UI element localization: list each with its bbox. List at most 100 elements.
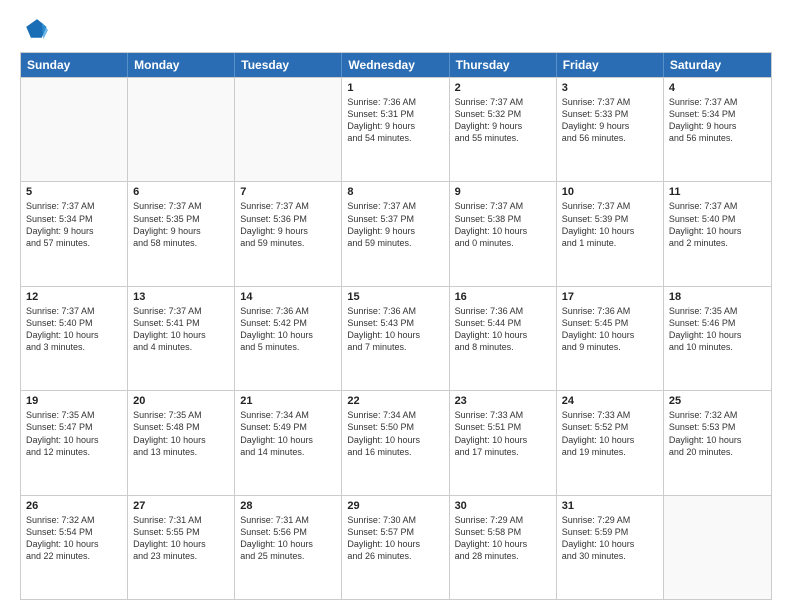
day-number: 17 — [562, 291, 658, 303]
calendar-week-2: 12Sunrise: 7:37 AMSunset: 5:40 PMDayligh… — [21, 286, 771, 390]
day-cell-31: 31Sunrise: 7:29 AMSunset: 5:59 PMDayligh… — [557, 496, 664, 599]
day-cell-28: 28Sunrise: 7:31 AMSunset: 5:56 PMDayligh… — [235, 496, 342, 599]
day-cell-14: 14Sunrise: 7:36 AMSunset: 5:42 PMDayligh… — [235, 287, 342, 390]
day-number: 24 — [562, 395, 658, 407]
cell-info-line: Sunrise: 7:34 AM — [240, 409, 336, 421]
cell-info-line: Sunset: 5:57 PM — [347, 526, 443, 538]
cell-info-line: and 3 minutes. — [26, 341, 122, 353]
day-number: 20 — [133, 395, 229, 407]
cell-info-line: Sunrise: 7:37 AM — [455, 200, 551, 212]
cell-info-line: and 13 minutes. — [133, 446, 229, 458]
header-cell-wednesday: Wednesday — [342, 53, 449, 77]
cell-info-line: Sunrise: 7:37 AM — [133, 200, 229, 212]
cell-info-line: and 56 minutes. — [669, 132, 766, 144]
cell-info-line: and 19 minutes. — [562, 446, 658, 458]
day-cell-29: 29Sunrise: 7:30 AMSunset: 5:57 PMDayligh… — [342, 496, 449, 599]
header-cell-saturday: Saturday — [664, 53, 771, 77]
cell-info-line: Sunrise: 7:33 AM — [562, 409, 658, 421]
cell-info-line: Sunset: 5:39 PM — [562, 213, 658, 225]
cell-info-line: Daylight: 9 hours — [133, 225, 229, 237]
day-cell-2: 2Sunrise: 7:37 AMSunset: 5:32 PMDaylight… — [450, 78, 557, 181]
day-number: 28 — [240, 500, 336, 512]
day-cell-27: 27Sunrise: 7:31 AMSunset: 5:55 PMDayligh… — [128, 496, 235, 599]
cell-info-line: Daylight: 9 hours — [669, 120, 766, 132]
cell-info-line: Daylight: 9 hours — [562, 120, 658, 132]
cell-info-line: and 57 minutes. — [26, 237, 122, 249]
cell-info-line: Daylight: 9 hours — [240, 225, 336, 237]
cell-info-line: Sunrise: 7:37 AM — [669, 200, 766, 212]
day-cell-17: 17Sunrise: 7:36 AMSunset: 5:45 PMDayligh… — [557, 287, 664, 390]
cell-info-line: Sunset: 5:41 PM — [133, 317, 229, 329]
cell-info-line: Sunset: 5:55 PM — [133, 526, 229, 538]
cell-info-line: Daylight: 10 hours — [240, 434, 336, 446]
cell-info-line: and 30 minutes. — [562, 550, 658, 562]
day-cell-23: 23Sunrise: 7:33 AMSunset: 5:51 PMDayligh… — [450, 391, 557, 494]
cell-info-line: Sunset: 5:38 PM — [455, 213, 551, 225]
header-cell-monday: Monday — [128, 53, 235, 77]
day-number: 13 — [133, 291, 229, 303]
cell-info-line: Sunset: 5:40 PM — [26, 317, 122, 329]
cell-info-line: Daylight: 10 hours — [133, 329, 229, 341]
cell-info-line: Daylight: 10 hours — [347, 329, 443, 341]
day-number: 27 — [133, 500, 229, 512]
cell-info-line: Daylight: 10 hours — [562, 225, 658, 237]
header-cell-tuesday: Tuesday — [235, 53, 342, 77]
day-cell-30: 30Sunrise: 7:29 AMSunset: 5:58 PMDayligh… — [450, 496, 557, 599]
cell-info-line: Daylight: 10 hours — [455, 225, 551, 237]
cell-info-line: and 58 minutes. — [133, 237, 229, 249]
cell-info-line: and 5 minutes. — [240, 341, 336, 353]
day-number: 29 — [347, 500, 443, 512]
calendar-week-0: 1Sunrise: 7:36 AMSunset: 5:31 PMDaylight… — [21, 77, 771, 181]
day-cell-9: 9Sunrise: 7:37 AMSunset: 5:38 PMDaylight… — [450, 182, 557, 285]
cell-info-line: Sunset: 5:42 PM — [240, 317, 336, 329]
day-number: 21 — [240, 395, 336, 407]
cell-info-line: Sunset: 5:51 PM — [455, 421, 551, 433]
cell-info-line: Sunset: 5:43 PM — [347, 317, 443, 329]
cell-info-line: Daylight: 10 hours — [133, 538, 229, 550]
cell-info-line: and 25 minutes. — [240, 550, 336, 562]
cell-info-line: and 10 minutes. — [669, 341, 766, 353]
cell-info-line: Sunset: 5:37 PM — [347, 213, 443, 225]
cell-info-line: Sunrise: 7:35 AM — [669, 305, 766, 317]
calendar-body: 1Sunrise: 7:36 AMSunset: 5:31 PMDaylight… — [21, 77, 771, 599]
day-number: 3 — [562, 82, 658, 94]
cell-info-line: Daylight: 10 hours — [562, 538, 658, 550]
cell-info-line: Daylight: 10 hours — [26, 538, 122, 550]
cell-info-line: Sunrise: 7:36 AM — [562, 305, 658, 317]
cell-info-line: Sunset: 5:59 PM — [562, 526, 658, 538]
day-cell-10: 10Sunrise: 7:37 AMSunset: 5:39 PMDayligh… — [557, 182, 664, 285]
day-number: 23 — [455, 395, 551, 407]
cell-info-line: Sunset: 5:40 PM — [669, 213, 766, 225]
cell-info-line: and 12 minutes. — [26, 446, 122, 458]
cell-info-line: Sunset: 5:34 PM — [26, 213, 122, 225]
cell-info-line: Sunset: 5:52 PM — [562, 421, 658, 433]
cell-info-line: and 0 minutes. — [455, 237, 551, 249]
day-cell-11: 11Sunrise: 7:37 AMSunset: 5:40 PMDayligh… — [664, 182, 771, 285]
cell-info-line: and 2 minutes. — [669, 237, 766, 249]
cell-info-line: and 23 minutes. — [133, 550, 229, 562]
day-number: 7 — [240, 186, 336, 198]
cell-info-line: Sunrise: 7:35 AM — [26, 409, 122, 421]
cell-info-line: Sunset: 5:31 PM — [347, 108, 443, 120]
day-cell-12: 12Sunrise: 7:37 AMSunset: 5:40 PMDayligh… — [21, 287, 128, 390]
cell-info-line: Sunrise: 7:34 AM — [347, 409, 443, 421]
cell-info-line: and 20 minutes. — [669, 446, 766, 458]
cell-info-line: Sunset: 5:58 PM — [455, 526, 551, 538]
calendar: SundayMondayTuesdayWednesdayThursdayFrid… — [20, 52, 772, 600]
day-number: 16 — [455, 291, 551, 303]
logo-icon — [20, 16, 48, 44]
logo — [20, 16, 52, 44]
cell-info-line: Sunset: 5:50 PM — [347, 421, 443, 433]
cell-info-line: Daylight: 10 hours — [347, 434, 443, 446]
header-cell-thursday: Thursday — [450, 53, 557, 77]
cell-info-line: and 9 minutes. — [562, 341, 658, 353]
cell-info-line: Sunset: 5:45 PM — [562, 317, 658, 329]
cell-info-line: and 55 minutes. — [455, 132, 551, 144]
cell-info-line: Sunset: 5:35 PM — [133, 213, 229, 225]
cell-info-line: Daylight: 9 hours — [347, 225, 443, 237]
cell-info-line: Daylight: 10 hours — [562, 434, 658, 446]
day-cell-5: 5Sunrise: 7:37 AMSunset: 5:34 PMDaylight… — [21, 182, 128, 285]
cell-info-line: Sunrise: 7:37 AM — [133, 305, 229, 317]
day-number: 4 — [669, 82, 766, 94]
cell-info-line: and 28 minutes. — [455, 550, 551, 562]
